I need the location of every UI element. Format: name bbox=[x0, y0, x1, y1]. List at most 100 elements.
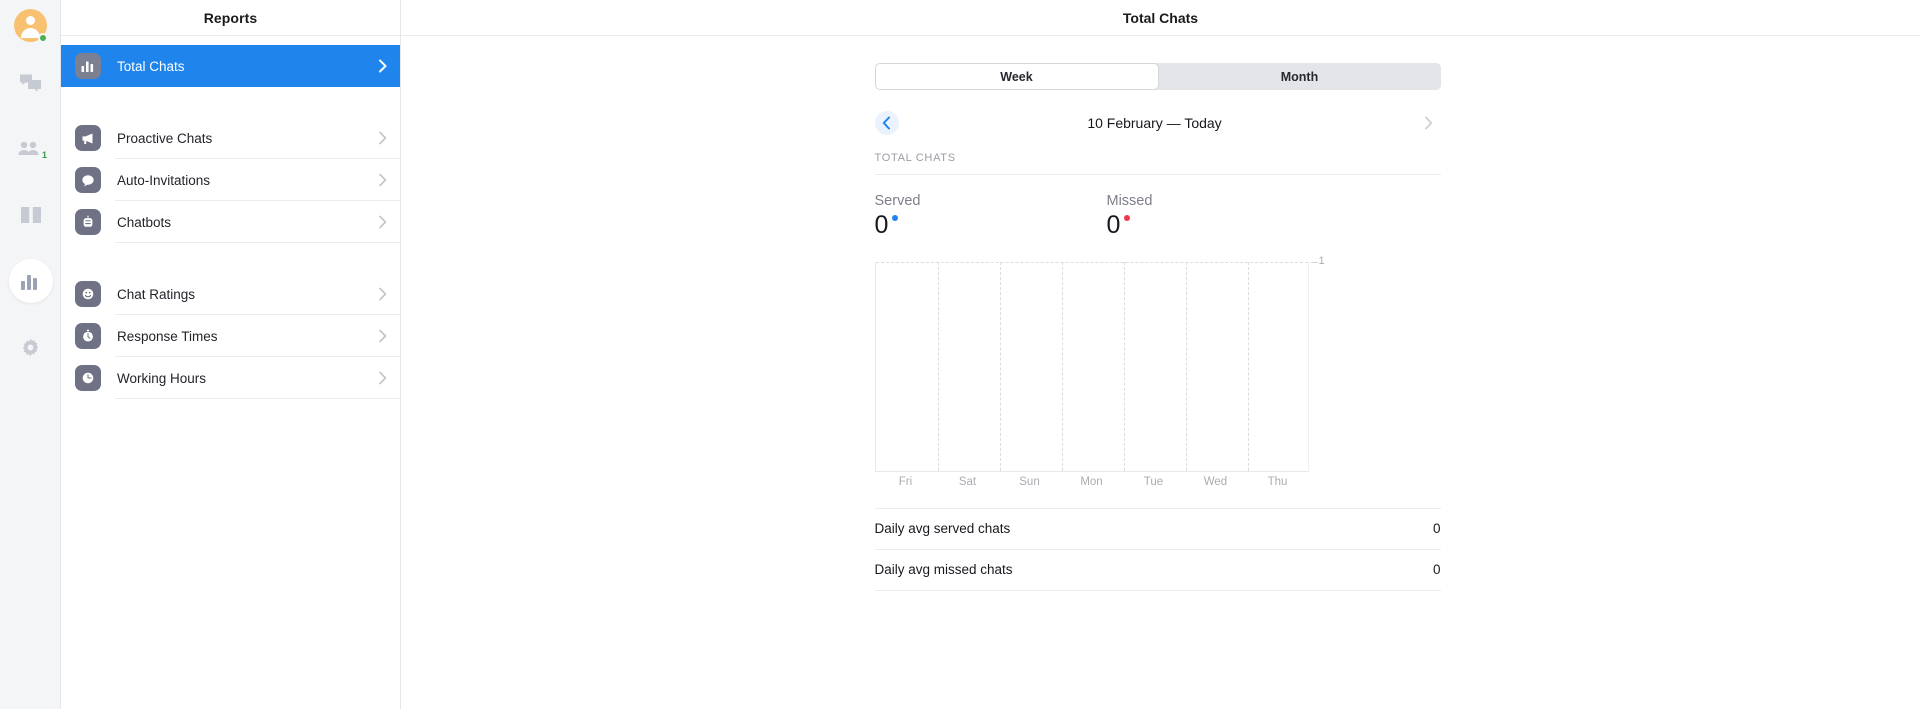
chart-x-label: Sun bbox=[1019, 475, 1040, 488]
chevron-left-icon bbox=[882, 116, 890, 130]
avatar-head bbox=[26, 15, 35, 25]
chart-x-label: Wed bbox=[1203, 475, 1228, 488]
metric-served-number: 0 bbox=[874, 211, 889, 239]
divider bbox=[115, 242, 400, 243]
avatar[interactable] bbox=[14, 8, 48, 43]
range-segmented-control: Week Month bbox=[874, 63, 1441, 90]
chart-gridline bbox=[1061, 261, 1063, 471]
robot-icon bbox=[75, 209, 101, 235]
smiley-icon bbox=[75, 281, 101, 307]
metric-missed-number: 0 bbox=[1106, 211, 1121, 239]
main-header: Total Chats bbox=[401, 0, 1920, 36]
sidebar-item-label: Working Hours bbox=[117, 370, 207, 386]
sidebar-item-chatbots[interactable]: Chatbots bbox=[61, 201, 400, 243]
rail-item-avatar[interactable] bbox=[0, 3, 61, 47]
chart-x-label: Tue bbox=[1143, 475, 1164, 488]
app-root: 1 Reports Total Chats Proactive Chats Au… bbox=[0, 0, 1920, 709]
sidebar-item-label: Proactive Chats bbox=[117, 130, 213, 146]
served-color-dot bbox=[892, 215, 899, 221]
summary-value: 0 bbox=[1432, 562, 1441, 577]
sidebar-item-working-hours[interactable]: Working Hours bbox=[61, 357, 400, 399]
tab-week[interactable]: Week bbox=[874, 63, 1159, 90]
chat-bubbles-icon bbox=[20, 74, 41, 92]
summary-label: Daily avg missed chats bbox=[874, 562, 1013, 577]
chart-x-label: Mon bbox=[1080, 475, 1103, 488]
chart-top-gridline bbox=[875, 261, 1308, 263]
metric-served-label: Served bbox=[874, 193, 921, 209]
main-content: Total Chats Week Month 10 February — Tod… bbox=[401, 0, 1920, 709]
metric-missed-label: Missed bbox=[1106, 193, 1153, 209]
rail-active-indicator bbox=[8, 259, 53, 303]
sidebar-item-response-times[interactable]: Response Times bbox=[61, 315, 400, 357]
chevron-right-icon bbox=[379, 287, 387, 301]
book-icon bbox=[20, 207, 41, 223]
reports-panel-title: Reports bbox=[203, 9, 258, 26]
bar-chart-icon bbox=[75, 53, 101, 79]
rail-item-settings[interactable] bbox=[0, 317, 61, 377]
sidebar-item-label: Auto-Invitations bbox=[117, 172, 211, 188]
nav-group-spacer-2 bbox=[61, 243, 400, 273]
next-period-button[interactable] bbox=[1417, 111, 1441, 135]
megaphone-icon bbox=[75, 125, 101, 151]
chevron-right-icon bbox=[379, 59, 387, 73]
gear-icon bbox=[22, 338, 39, 356]
stopwatch-glyph bbox=[83, 329, 93, 342]
sidebar-item-chat-ratings[interactable]: Chat Ratings bbox=[61, 273, 400, 315]
summary-row-daily-avg-missed: Daily avg missed chats 0 bbox=[874, 550, 1441, 591]
missed-color-dot bbox=[1124, 215, 1131, 221]
chart-gridline bbox=[1123, 261, 1125, 471]
chevron-right-icon bbox=[379, 173, 387, 187]
robot-glyph bbox=[83, 215, 93, 227]
metric-missed-value: 0 bbox=[1106, 211, 1131, 240]
bar-chart-icon bbox=[21, 275, 37, 290]
summary-label: Daily avg served chats bbox=[874, 521, 1011, 536]
summary-value: 0 bbox=[1432, 521, 1441, 536]
chart-x-label: Fri bbox=[898, 475, 913, 488]
chevron-right-icon bbox=[379, 329, 387, 343]
sidebar-item-total-chats[interactable]: Total Chats bbox=[61, 45, 400, 87]
metric-served-value: 0 bbox=[874, 211, 899, 240]
sidebar-item-proactive-chats[interactable]: Proactive Chats bbox=[61, 117, 400, 159]
metrics-row: Served 0 Missed 0 bbox=[875, 193, 1441, 240]
sidebar-item-label: Response Times bbox=[117, 328, 218, 344]
chart-x-label: Sat bbox=[958, 475, 977, 488]
clock-icon bbox=[75, 365, 101, 391]
nav-group-spacer-1 bbox=[61, 87, 400, 117]
tab-week-label: Week bbox=[1000, 69, 1033, 84]
date-range-label: 10 February — Today bbox=[1087, 115, 1222, 131]
rail-item-chats[interactable] bbox=[0, 53, 61, 113]
metric-missed: Missed 0 bbox=[1107, 193, 1339, 240]
page-title: Total Chats bbox=[1122, 9, 1199, 26]
rail-item-reports[interactable] bbox=[0, 251, 61, 311]
visitors-count-badge: 1 bbox=[41, 150, 47, 160]
stopwatch-icon bbox=[75, 323, 101, 349]
divider bbox=[115, 398, 400, 399]
bar-chart-glyph bbox=[81, 61, 94, 72]
nav-top-spacer bbox=[61, 36, 400, 45]
chevron-right-icon bbox=[379, 371, 387, 385]
rail-item-archives[interactable] bbox=[0, 185, 61, 245]
section-label-total-chats: TOTAL CHATS bbox=[874, 152, 1441, 175]
chevron-right-icon bbox=[1425, 116, 1433, 130]
sidebar-item-label: Total Chats bbox=[117, 58, 185, 74]
clock-glyph bbox=[82, 372, 94, 384]
rail-item-visitors[interactable]: 1 bbox=[0, 119, 61, 179]
left-icon-rail: 1 bbox=[0, 0, 61, 709]
chart-gridline bbox=[1247, 261, 1249, 471]
sidebar-item-auto-invitations[interactable]: Auto-Invitations bbox=[61, 159, 400, 201]
chart-gridline bbox=[1185, 261, 1187, 471]
presence-online-dot bbox=[38, 32, 48, 43]
chart-y-tick bbox=[1310, 261, 1318, 263]
chart-gridline bbox=[937, 261, 939, 471]
chevron-right-icon bbox=[379, 131, 387, 145]
sidebar-item-label: Chatbots bbox=[117, 214, 172, 230]
chevron-right-icon bbox=[379, 215, 387, 229]
tab-month[interactable]: Month bbox=[1158, 63, 1441, 90]
speech-bubble-glyph bbox=[82, 174, 94, 186]
metric-served: Served 0 bbox=[875, 193, 1107, 240]
total-chats-chart: 1 Fri Sat Sun Mon Tue Wed Thu bbox=[874, 255, 1441, 494]
summary-row-daily-avg-served: Daily avg served chats 0 bbox=[874, 509, 1441, 550]
speech-bubble-icon bbox=[75, 167, 101, 193]
smiley-glyph bbox=[82, 288, 94, 300]
chart-plot-area bbox=[874, 261, 1309, 472]
